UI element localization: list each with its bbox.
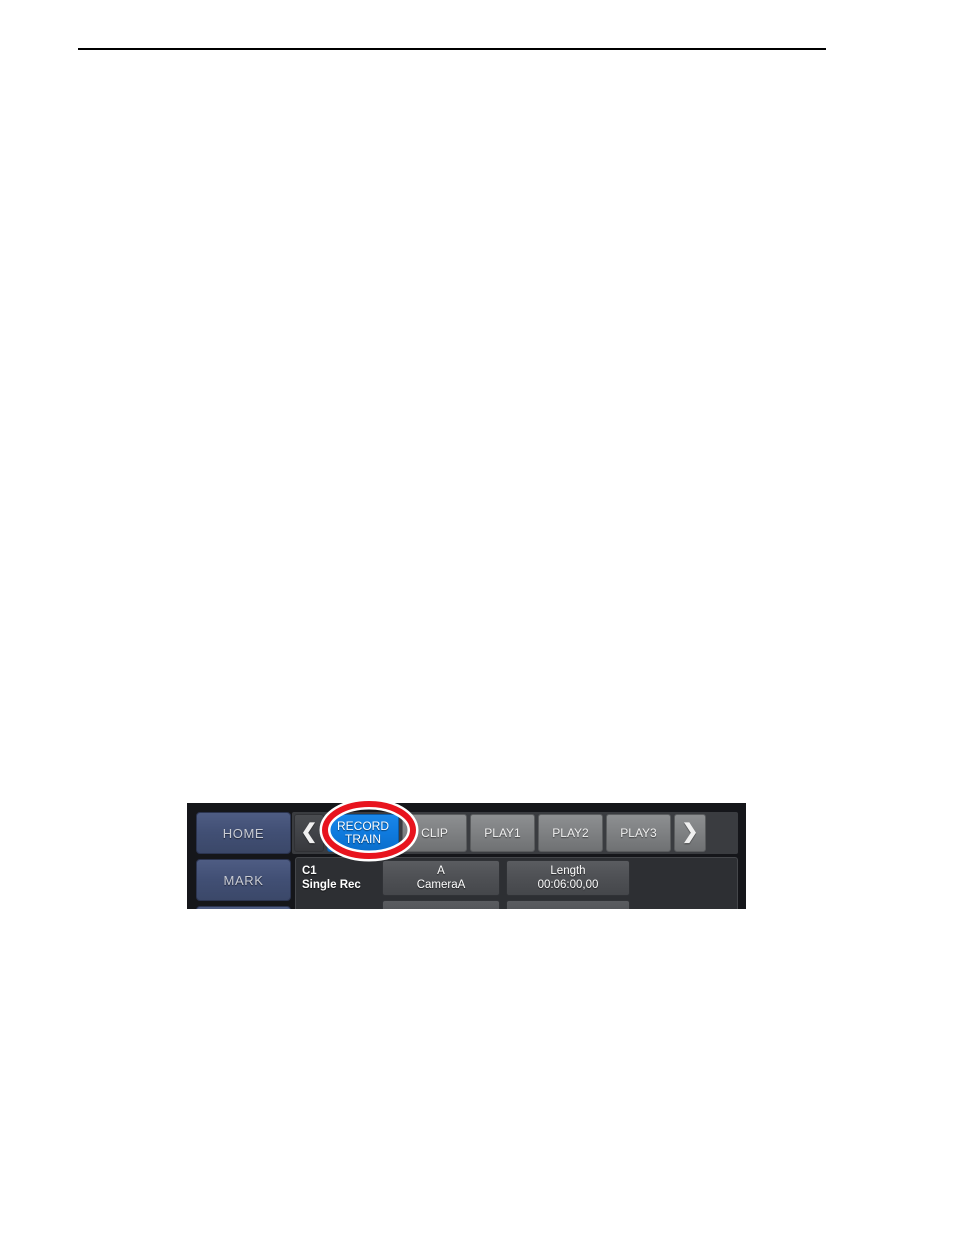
page-header-rule	[78, 48, 826, 50]
table-row[interactable]: C1 Single Rec A CameraA Length 00:06:00,…	[296, 858, 737, 898]
tab-label: PLAY3	[620, 826, 657, 840]
sidebar-item-mark[interactable]: MARK	[196, 859, 291, 901]
chevron-left-icon[interactable]: ❮	[294, 814, 324, 852]
clip-id-line1: C1	[302, 865, 317, 877]
tab-clip[interactable]: CLIP	[402, 814, 467, 852]
device-control-panel: HOME MARK ❮ RECORD TRAIN CLIP PLAY1 PLAY…	[187, 803, 746, 909]
clip-source-button[interactable]: A CameraA	[382, 860, 500, 896]
sidebar-item-home[interactable]: HOME	[196, 812, 291, 854]
clip-length-line1: Length	[550, 865, 586, 877]
sidebar-item-partial[interactable]	[196, 906, 291, 909]
clip-length-line2: 00:06:00,00	[537, 879, 599, 891]
tab-strip: ❮ RECORD TRAIN CLIP PLAY1 PLAY2 PLAY3 ❯	[292, 812, 738, 854]
sidebar: HOME MARK	[196, 812, 291, 909]
tab-label: PLAY2	[552, 826, 589, 840]
sidebar-item-label: HOME	[222, 825, 265, 841]
clip-source-button[interactable]: B	[382, 900, 500, 909]
tab-record-train[interactable]: RECORD TRAIN	[327, 814, 399, 852]
tab-label-line2: TRAIN	[345, 832, 381, 846]
clip-length-button[interactable]: Length 00:06:00,00	[506, 860, 630, 896]
tab-label: PLAY1	[484, 826, 521, 840]
sidebar-item-label: MARK	[223, 872, 264, 888]
tab-label: CLIP	[421, 826, 448, 840]
chevron-right-icon[interactable]: ❯	[674, 814, 706, 852]
table-row[interactable]: C2 B Length	[296, 898, 737, 909]
clip-list: C1 Single Rec A CameraA Length 00:06:00,…	[295, 857, 738, 909]
clip-source-line1: A	[437, 865, 445, 877]
clip-id-line2: Single Rec	[302, 879, 361, 891]
clip-length-button[interactable]: Length	[506, 900, 630, 909]
chevron-right-glyph: ❯	[681, 820, 699, 843]
clip-id-label: C1 Single Rec	[302, 864, 376, 892]
device-screenshot-figure: HOME MARK ❮ RECORD TRAIN CLIP PLAY1 PLAY…	[187, 803, 746, 909]
content-column: ❮ RECORD TRAIN CLIP PLAY1 PLAY2 PLAY3 ❯ …	[292, 812, 738, 909]
chevron-left-glyph: ❮	[300, 820, 318, 843]
tab-play1[interactable]: PLAY1	[470, 814, 535, 852]
tab-play2[interactable]: PLAY2	[538, 814, 603, 852]
clip-source-line2: CameraA	[416, 879, 466, 891]
tab-play3[interactable]: PLAY3	[606, 814, 671, 852]
